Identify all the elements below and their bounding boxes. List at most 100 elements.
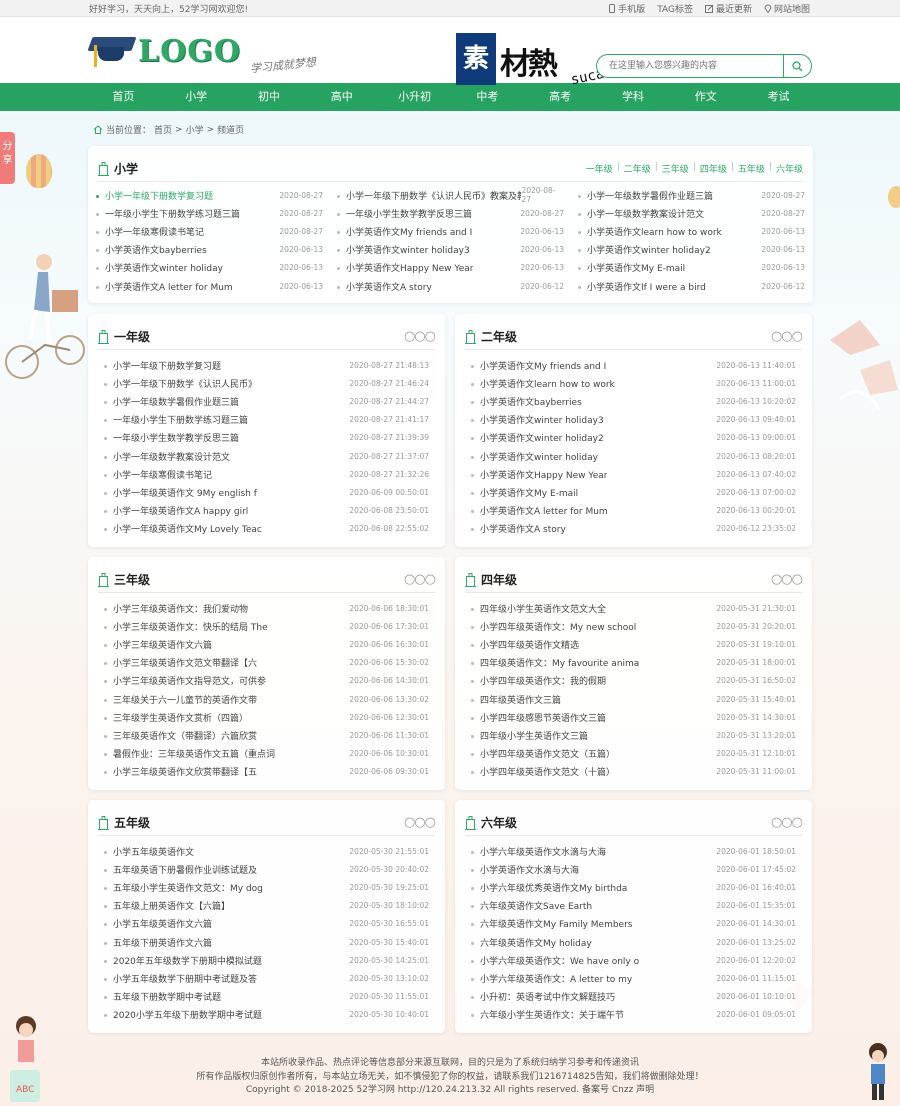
list-item-title[interactable]: 小学一年级英语作文My Lovely Teac (113, 522, 262, 535)
list-item-title[interactable]: 小学四年级英语作文精选 (480, 638, 579, 651)
search-button[interactable] (783, 55, 811, 77)
list-item-title[interactable]: 小学五年级数学下册期中考试题及答 (113, 972, 257, 985)
list-item-title[interactable]: 2020小学五年级下册数学期中考试题 (113, 1008, 262, 1021)
list-item-title[interactable]: 小学英语作文bayberries (105, 243, 207, 256)
list-item-title[interactable]: 三年级学生英语作文赏析（四篇） (113, 711, 248, 724)
list-item-title[interactable]: 小学英语作文winter holiday2 (480, 431, 604, 444)
list-item-title[interactable]: 小学英语作文My friends and I (346, 225, 472, 238)
site-logo[interactable]: LOGO (87, 31, 241, 71)
list-item[interactable]: 五年级下册英语作文六篇 2020-05-30 15:40:01 (104, 933, 429, 951)
list-item-title[interactable]: 小学四年级英语作文范文（十篇） (480, 765, 615, 778)
nav-item[interactable]: 考试 (742, 83, 815, 111)
list-item-title[interactable]: 五年级上册英语作文【六篇】 (113, 899, 230, 912)
list-item-title[interactable]: 小学英语作文winter holiday (105, 261, 223, 274)
list-item-title[interactable]: 小学英语作文If I were a bird (587, 280, 706, 293)
list-item-title[interactable]: 小学六年级优秀英语作文My birthda (480, 881, 627, 894)
list-item[interactable]: 小学英语作文Happy New Year 2020-06-13 (337, 259, 564, 277)
list-item[interactable]: 小学英语作文Happy New Year 2020-06-13 07:40:02 (471, 465, 796, 483)
list-item-title[interactable]: 小学一年级数学暑假作业题三篇 (587, 189, 713, 202)
list-item[interactable]: 小学英语作文winter holiday2 2020-06-13 (578, 241, 805, 259)
list-item[interactable]: 五年级小学生英语作文范文：My dog 2020-05-30 19:25:01 (104, 878, 429, 896)
list-item[interactable]: 小学三年级英语作文范文带翻译【六 2020-06-06 15:30:02 (104, 654, 429, 672)
more-dots-icon[interactable]: ○○○ (404, 815, 436, 830)
list-item-title[interactable]: 一年级小学生下册数学练习题三篇 (113, 413, 248, 426)
list-item-title[interactable]: 小学英语作文My E-mail (587, 261, 685, 274)
list-item[interactable]: 小学四年级英语作文范文（五篇） 2020-05-31 12:10:01 (471, 745, 796, 763)
list-item-title[interactable]: 四年级小学生英语作文范文大全 (480, 602, 606, 615)
nav-item[interactable]: 学科 (597, 83, 670, 111)
list-item[interactable]: 小学三年级英语作文欣赏带翻译【五 2020-06-06 09:30:01 (104, 763, 429, 781)
nav-item[interactable]: 初中 (233, 83, 306, 111)
list-item[interactable]: 三年级学生英语作文赏析（四篇） 2020-06-06 12:30:01 (104, 708, 429, 726)
list-item-title[interactable]: 小学英语作文My friends and I (480, 359, 606, 372)
list-item[interactable]: 2020小学五年级下册数学期中考试题 2020-05-30 10:40:01 (104, 1006, 429, 1024)
list-item[interactable]: 小学一年级数学教案设计范文 2020-08-27 21:37:07 (104, 447, 429, 465)
list-item[interactable]: 小学一年级寒假读书笔记 2020-08-27 (96, 222, 323, 240)
list-item-title[interactable]: 小学英语作文Happy New Year (480, 468, 607, 481)
list-item[interactable]: 小学一年级数学暑假作业题三篇 2020-08-27 (578, 186, 805, 204)
list-item[interactable]: 小学五年级数学下册期中考试题及答 2020-05-30 13:10:02 (104, 969, 429, 987)
list-item-title[interactable]: 小学英语作文bayberries (480, 395, 582, 408)
nav-item[interactable]: 作文 (669, 83, 742, 111)
share-button[interactable]: 分享 (0, 132, 15, 184)
list-item-title[interactable]: 六年级小学生英语作文：关于端午节 (480, 1008, 624, 1021)
list-item[interactable]: 六年级英语作文My holiday 2020-06-01 13:25:02 (471, 933, 796, 951)
list-item[interactable]: 小学英语作文winter holiday2 2020-06-13 09:00:01 (471, 429, 796, 447)
list-item[interactable]: 小学四年级英语作文精选 2020-05-31 19:10:01 (471, 635, 796, 653)
list-item[interactable]: 四年级小学生英语作文范文大全 2020-05-31 21:30:01 (471, 599, 796, 617)
list-item-title[interactable]: 一年级小学生数学教学反思三篇 (113, 431, 239, 444)
list-item[interactable]: 小学英语作文bayberries 2020-06-13 10:20:02 (471, 392, 796, 410)
list-item[interactable]: 小学一年级数学教案设计范文 2020-08-27 (578, 204, 805, 222)
list-item[interactable]: 一年级小学生数学教学反思三篇 2020-08-27 21:39:39 (104, 429, 429, 447)
list-item[interactable]: 小学英语作文A story 2020-06-12 23:35:02 (471, 520, 796, 538)
list-item-title[interactable]: 小学一年级数学暑假作业题三篇 (113, 395, 239, 408)
list-item[interactable]: 小学五年级英语作文 2020-05-30 21:55:01 (104, 842, 429, 860)
list-item[interactable]: 小学四年级感恩节英语作文三篇 2020-05-31 14:30:01 (471, 708, 796, 726)
grade-link[interactable]: 六年级 (776, 162, 803, 175)
breadcrumb-home[interactable]: 首页 (154, 123, 172, 136)
list-item-title[interactable]: 小学英语作文A letter for Mum (105, 280, 233, 293)
list-item-title[interactable]: 小学英语作文水滴与大海 (480, 863, 579, 876)
list-item-title[interactable]: 小学一年级数学教案设计范文 (587, 207, 704, 220)
list-item-title[interactable]: 小学英语作文winter holiday (480, 450, 598, 463)
list-item-title[interactable]: 四年级英语作文：My favourite anima (480, 656, 639, 669)
list-item[interactable]: 小学一年级下册数学《认识人民币》 2020-08-27 21:46:24 (104, 374, 429, 392)
list-item[interactable]: 小学五年级英语作文六篇 2020-05-30 16:55:01 (104, 915, 429, 933)
list-item-title[interactable]: 小学一年级下册数学《认识人民币》教案及教 (346, 189, 521, 202)
list-item-title[interactable]: 小学一年级寒假读书笔记 (113, 468, 212, 481)
list-item[interactable]: 小学四年级英语作文范文（十篇） 2020-05-31 11:00:01 (471, 763, 796, 781)
list-item-title[interactable]: 小学四年级英语作文范文（五篇） (480, 747, 615, 760)
list-item[interactable]: 小学英语作文My friends and I 2020-06-13 (337, 222, 564, 240)
list-item[interactable]: 小学英语作文My friends and I 2020-06-13 11:40:0… (471, 356, 796, 374)
list-item[interactable]: 小学英语作文winter holiday 2020-06-13 08:20:01 (471, 447, 796, 465)
list-item[interactable]: 小学英语作文If I were a bird 2020-06-12 (578, 277, 805, 295)
grade-link[interactable]: 五年级 (738, 162, 765, 175)
list-item-title[interactable]: 四年级英语作文三篇 (480, 693, 561, 706)
list-item-title[interactable]: 小学一年级下册数学《认识人民币》 (113, 377, 257, 390)
list-item[interactable]: 六年级英语作文Save Earth 2020-06-01 15:35:01 (471, 897, 796, 915)
list-item[interactable]: 小学一年级下册数学《认识人民币》教案及教 2020-08-27 (337, 186, 564, 204)
list-item[interactable]: 小学英语作文learn how to work 2020-06-13 11:00:… (471, 374, 796, 392)
list-item-title[interactable]: 小学三年级英语作文：快乐的结局 The (113, 620, 268, 633)
grade-link[interactable]: 二年级 (624, 162, 651, 175)
list-item-title[interactable]: 小学英语作文winter holiday3 (480, 413, 604, 426)
list-item[interactable]: 小学一年级英语作文My Lovely Teac 2020-06-08 22:55:… (104, 520, 429, 538)
more-dots-icon[interactable]: ○○○ (771, 572, 803, 587)
list-item-title[interactable]: 小学四年级感恩节英语作文三篇 (480, 711, 606, 724)
list-item[interactable]: 小学一年级英语作文A happy girl 2020-06-08 23:50:01 (104, 502, 429, 520)
list-item[interactable]: 小学一年级数学暑假作业题三篇 2020-08-27 21:44:27 (104, 392, 429, 410)
list-item[interactable]: 小学英语作文A letter for Mum 2020-06-13 (96, 277, 323, 295)
nav-item[interactable]: 小学 (160, 83, 233, 111)
more-dots-icon[interactable]: ○○○ (404, 329, 436, 344)
list-item-title[interactable]: 2020年五年级数学下册期中模拟试题 (113, 954, 262, 967)
list-item[interactable]: 小学一年级寒假读书笔记 2020-08-27 21:32:26 (104, 465, 429, 483)
list-item-title[interactable]: 六年级英语作文My Family Members (480, 917, 632, 930)
list-item[interactable]: 四年级英语作文：My favourite anima 2020-05-31 18:… (471, 654, 796, 672)
list-item-title[interactable]: 小学英语作文A letter for Mum (480, 504, 608, 517)
nav-item[interactable]: 首页 (87, 83, 160, 111)
tag-link[interactable]: TAG标签 (657, 2, 693, 15)
list-item-title[interactable]: 小学英语作文A story (480, 522, 566, 535)
list-item[interactable]: 一年级小学生下册数学练习题三篇 2020-08-27 21:41:17 (104, 411, 429, 429)
list-item[interactable]: 小学三年级英语作文：我们爱动物 2020-06-06 18:30:01 (104, 599, 429, 617)
list-item[interactable]: 六年级小学生英语作文：关于端午节 2020-06-01 09:05:01 (471, 1006, 796, 1024)
